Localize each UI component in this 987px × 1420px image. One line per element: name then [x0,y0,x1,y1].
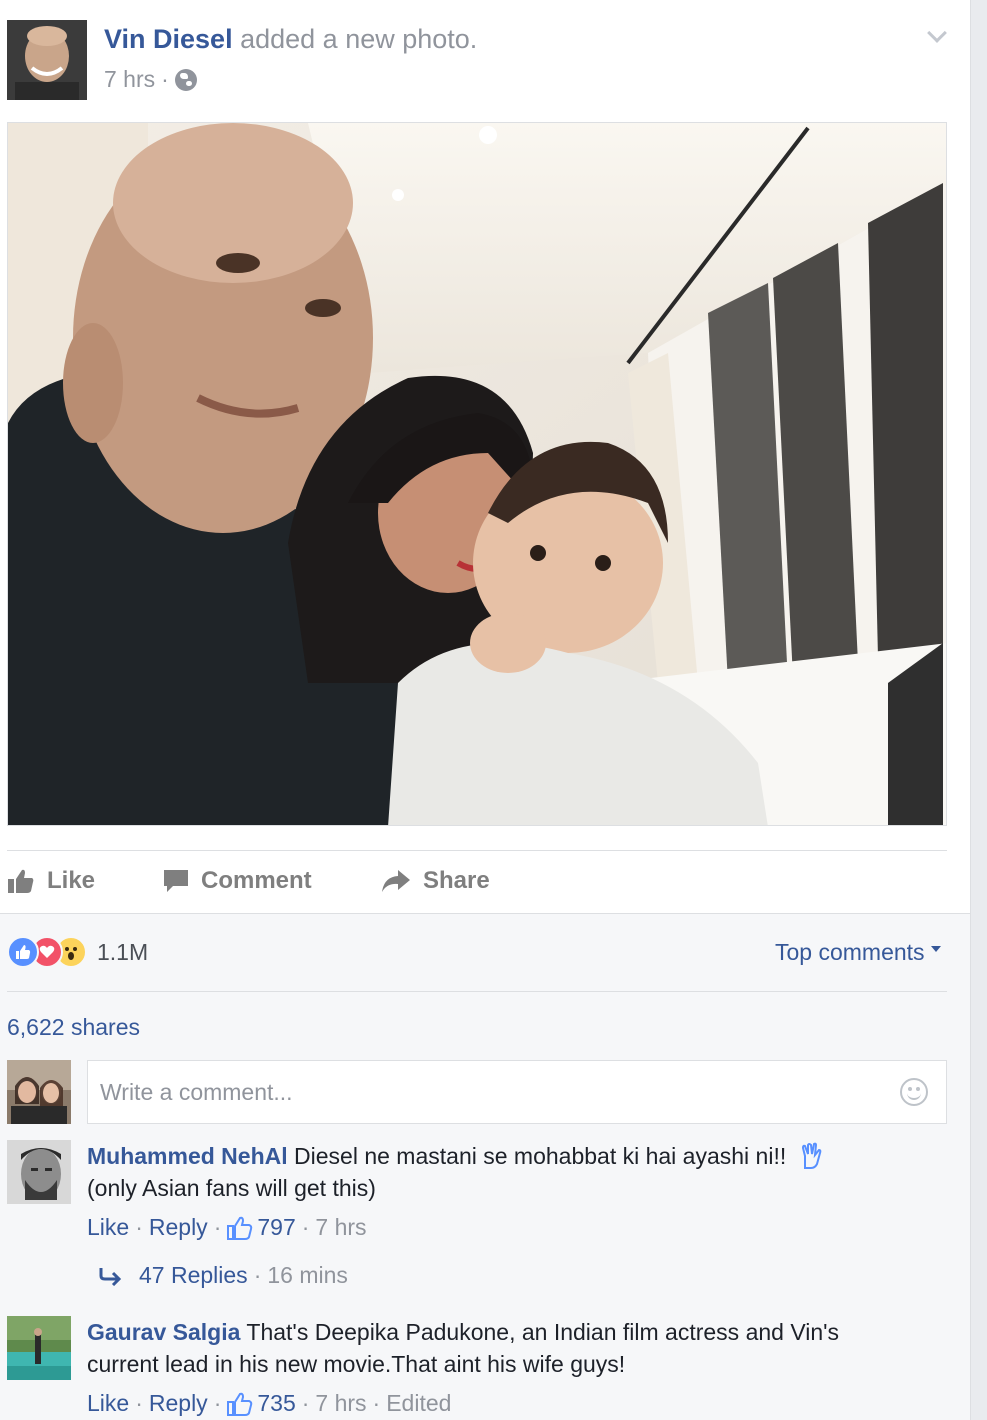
smiley-icon[interactable] [900,1078,928,1106]
comment-like-link[interactable]: Like [87,1390,129,1417]
comment-body: Gaurav Salgia That's Deepika Padukone, a… [87,1316,907,1380]
comment-label: Comment [201,867,312,894]
meta-separator: · [161,66,169,92]
page-scroll-gutter [970,0,987,1420]
post-photo[interactable] [7,122,947,826]
action-bar: Like Comment Share [7,851,947,913]
commenter-avatar[interactable] [7,1140,71,1204]
viewer-avatar[interactable] [7,1060,71,1124]
replies-time: 16 mins [267,1262,348,1288]
comment-actions: Like · Reply · 797 · 7 hrs [87,1214,367,1241]
comment-time[interactable]: 7 hrs [315,1390,366,1417]
comment-reply-link[interactable]: Reply [149,1390,208,1417]
reply-arrow-icon [99,1267,122,1286]
commenter-name[interactable]: Muhammed NehAl [87,1143,288,1169]
reactions-count[interactable]: 1.1M [97,939,148,966]
replies-count[interactable]: 47 Replies [139,1262,248,1289]
comment-reply-link[interactable]: Reply [149,1214,208,1241]
comment-like-count[interactable]: 735 [257,1390,295,1417]
comment-actions: Like · Reply · 735 · 7 hrs · Edited [87,1390,452,1417]
comment-text-line2: (only Asian fans will get this) [87,1175,376,1201]
comments-section: 1.1M Top comments 6,622 shares Write a c… [0,913,970,1420]
thumbs-up-icon [227,1392,253,1416]
share-arrow-icon [382,870,410,892]
sort-label: Top comments [775,939,925,965]
author-avatar[interactable] [7,20,87,100]
post-meta: 7 hrs · [104,66,197,93]
thumbs-up-icon [227,1216,253,1240]
post-action-text: added a new photo. [240,24,478,54]
post-card: Vin Diesel added a new photo. 7 hrs · Li… [0,0,970,1420]
comment-sort-dropdown[interactable]: Top comments [775,939,941,966]
comment-composer [87,1060,947,1124]
caret-down-icon [930,945,941,952]
post-header: Vin Diesel added a new photo. [104,24,477,55]
like-reaction-icon [7,936,39,968]
share-label: Share [423,867,490,894]
shares-count[interactable]: 6,622 shares [7,1014,140,1041]
comment-body: Muhammed NehAl Diesel ne mastani se moha… [87,1140,907,1204]
like-label: Like [47,867,96,894]
edited-label[interactable]: Edited [386,1390,451,1417]
globe-icon[interactable] [174,68,197,91]
view-replies-link[interactable]: 47 Replies · 16 mins [99,1262,348,1289]
comment-time[interactable]: 7 hrs [315,1214,366,1241]
comment-like-count[interactable]: 797 [257,1214,295,1241]
reactions-summary[interactable]: 1.1M [7,936,148,968]
comment-text: Diesel ne mastani se mohabbat ki hai aya… [294,1143,787,1169]
share-button[interactable]: Share [381,867,490,895]
commenter-avatar[interactable] [7,1316,71,1380]
stats-divider [7,991,947,992]
speech-bubble-icon [164,870,188,892]
post-time[interactable]: 7 hrs [104,66,155,93]
like-button[interactable]: Like [7,867,95,895]
thumbs-up-icon [8,869,34,893]
comment-like-link[interactable]: Like [87,1214,129,1241]
chevron-down-icon[interactable] [926,26,948,48]
author-name[interactable]: Vin Diesel [104,24,233,54]
comment-input[interactable] [88,1061,888,1123]
raised-hand-icon [801,1142,821,1169]
comment-button[interactable]: Comment [163,867,312,895]
commenter-name[interactable]: Gaurav Salgia [87,1319,240,1345]
